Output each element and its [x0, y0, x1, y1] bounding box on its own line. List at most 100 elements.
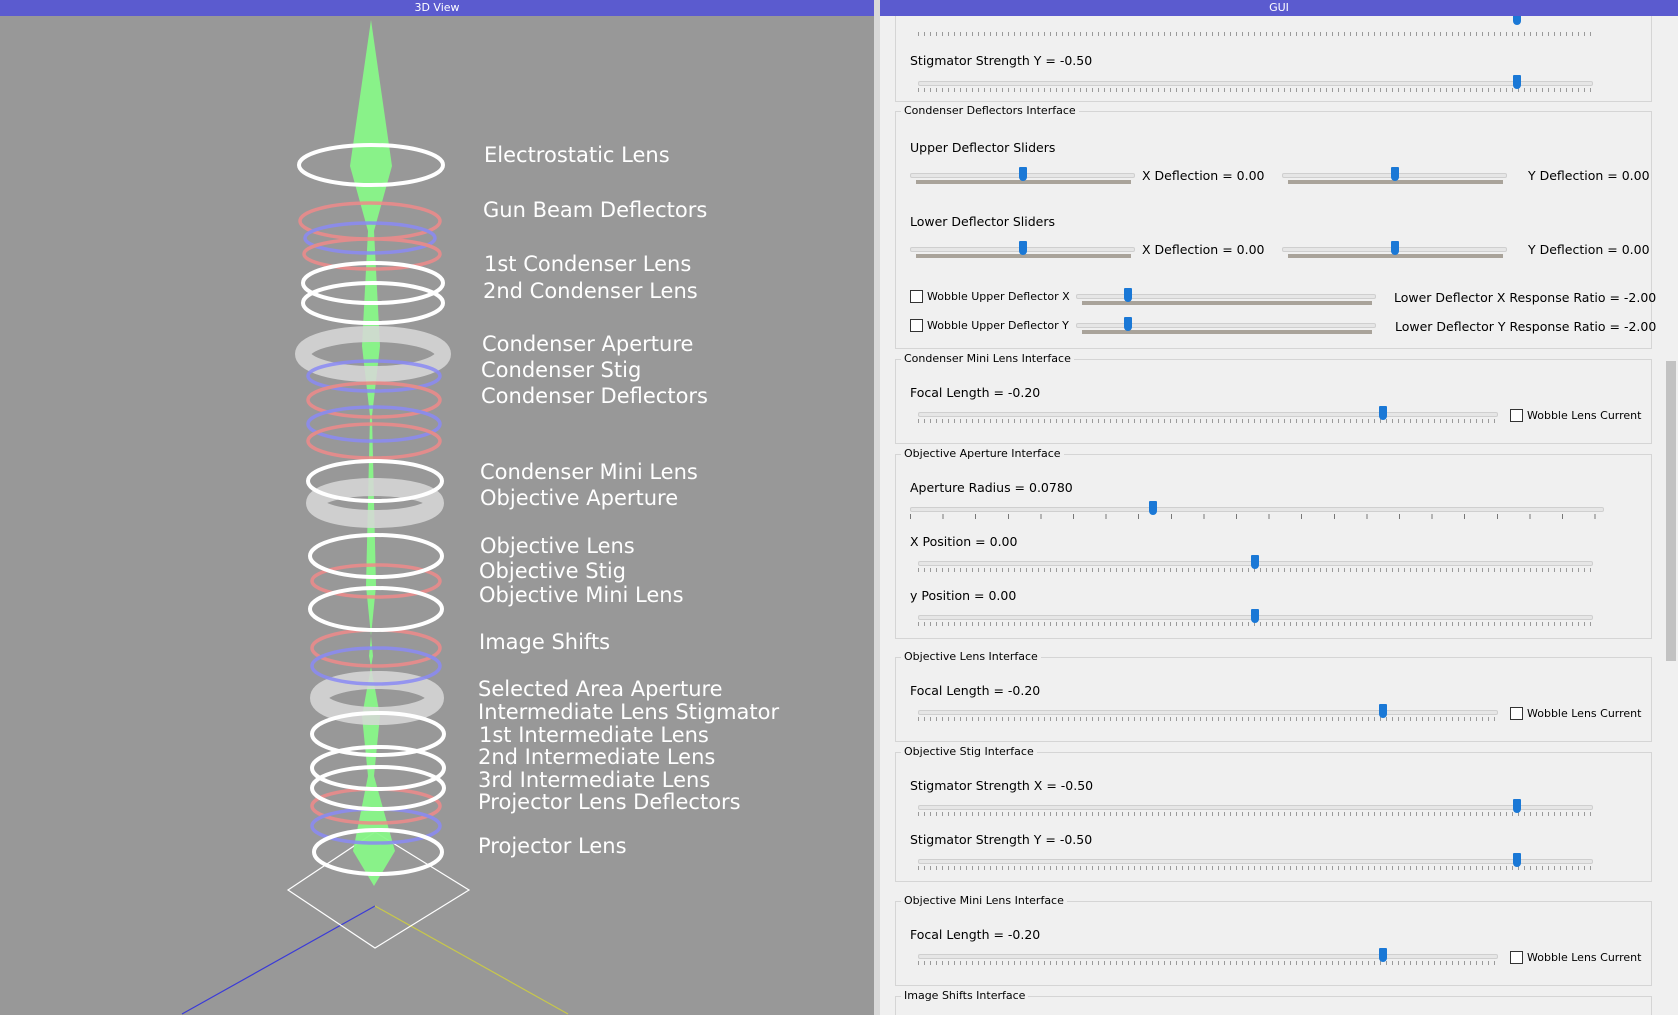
label-image-shifts: Image Shifts	[479, 630, 611, 654]
objective-wobble-label: Wobble Lens Current	[1527, 707, 1642, 720]
label-condenser-mini-lens: Condenser Mini Lens	[480, 460, 698, 484]
label-gun-beam-deflectors: Gun Beam Deflectors	[483, 198, 708, 222]
gui-title: GUI	[1269, 1, 1289, 14]
aperture-x-slider[interactable]	[918, 555, 1593, 573]
objective-stig-x-label: Stigmator Strength X = -0.50	[910, 778, 1094, 793]
label-condenser-aperture: Condenser Aperture	[482, 332, 694, 356]
label-objective-aperture: Objective Aperture	[480, 486, 679, 510]
label-projector-lens-deflectors: Projector Lens Deflectors	[478, 790, 741, 814]
group-image-shifts: Image Shifts Interface	[895, 989, 1652, 1015]
aperture-y-slider[interactable]	[918, 609, 1593, 627]
wobble-x-slider[interactable]	[1076, 288, 1376, 306]
label-2nd-intermediate-lens: 2nd Intermediate Lens	[478, 745, 716, 769]
lower-y-label: Y Deflection = 0.00	[1528, 242, 1650, 257]
lower-x-slider[interactable]	[910, 241, 1135, 259]
group-title: Condenser Mini Lens Interface	[901, 352, 1074, 365]
slider-handle[interactable]	[1513, 853, 1521, 867]
stig-x-partial-slider[interactable]	[918, 16, 1593, 37]
upper-x-label: X Deflection = 0.00	[1142, 168, 1265, 183]
objective-mini-wobble-checkbox[interactable]	[1510, 951, 1523, 964]
group-title: Condenser Deflectors Interface	[901, 104, 1079, 117]
objective-mini-focal-slider[interactable]	[918, 948, 1498, 966]
wobble-upper-x-checkbox[interactable]	[910, 290, 923, 303]
ratio-y-label: Lower Deflector Y Response Ratio = -2.00	[1395, 319, 1657, 334]
aperture-y-label: y Position = 0.00	[910, 588, 1017, 603]
label-intermediate-lens-stigmator: Intermediate Lens Stigmator	[478, 700, 780, 724]
objective-stig-x-slider[interactable]	[918, 799, 1593, 817]
label-projector-lens: Projector Lens	[478, 834, 627, 858]
group-title: Image Shifts Interface	[901, 989, 1029, 1002]
label-objective-lens: Objective Lens	[480, 534, 635, 558]
group-objective-mini-lens: Objective Mini Lens Interface Focal Leng…	[895, 894, 1652, 986]
slider-handle[interactable]	[1019, 167, 1027, 181]
slider-handle[interactable]	[1391, 167, 1399, 181]
label-2nd-condenser-lens: 2nd Condenser Lens	[483, 279, 698, 303]
upper-y-label: Y Deflection = 0.00	[1528, 168, 1650, 183]
slider-handle[interactable]	[1391, 241, 1399, 255]
group-objective-lens: Objective Lens Interface Focal Length = …	[895, 650, 1652, 742]
group-title: Objective Lens Interface	[901, 650, 1041, 663]
lower-x-label: X Deflection = 0.00	[1142, 242, 1265, 257]
slider-handle[interactable]	[1513, 75, 1521, 89]
upper-y-slider[interactable]	[1282, 167, 1507, 185]
gui-panel: Stigmator Strength Y = -0.50 Condenser D…	[880, 16, 1678, 1015]
group-title: Objective Stig Interface	[901, 745, 1037, 758]
view3d-canvas[interactable]: Electrostatic Lens Gun Beam Deflectors 1…	[0, 16, 874, 1015]
label-condenser-deflectors: Condenser Deflectors	[481, 384, 708, 408]
slider-handle[interactable]	[1149, 501, 1157, 515]
view3d-title: 3D View	[414, 1, 460, 14]
microscope-column-drawing	[181, 20, 569, 1015]
slider-handle[interactable]	[1513, 16, 1521, 25]
group-condenser-mini-lens: Condenser Mini Lens Interface Focal Leng…	[895, 352, 1652, 444]
slider-handle[interactable]	[1379, 406, 1387, 420]
wobble-y-slider[interactable]	[1076, 317, 1376, 335]
aperture-radius-label: Aperture Radius = 0.0780	[910, 480, 1073, 495]
objective-stig-y-slider[interactable]	[918, 853, 1593, 871]
group-top-partial: Stigmator Strength Y = -0.50	[895, 16, 1652, 102]
slider-handle[interactable]	[1019, 241, 1027, 255]
scrollbar-thumb[interactable]	[1666, 361, 1676, 661]
condenser-mini-focal-label: Focal Length = -0.20	[910, 385, 1041, 400]
aperture-radius-slider[interactable]	[910, 501, 1604, 519]
gui-scrollbar[interactable]	[1664, 16, 1678, 1015]
upper-x-slider[interactable]	[910, 167, 1135, 185]
ratio-x-label: Lower Deflector X Response Ratio = -2.00	[1394, 290, 1657, 305]
label-selected-area-aperture: Selected Area Aperture	[478, 677, 723, 701]
label-electrostatic-lens: Electrostatic Lens	[484, 143, 670, 167]
wobble-upper-y-checkbox[interactable]	[910, 319, 923, 332]
group-objective-aperture: Objective Aperture Interface Aperture Ra…	[895, 447, 1652, 639]
label-3rd-intermediate-lens: 3rd Intermediate Lens	[478, 768, 711, 792]
label-objective-stig: Objective Stig	[479, 559, 626, 583]
slider-handle[interactable]	[1513, 799, 1521, 813]
objective-focal-slider[interactable]	[918, 704, 1498, 722]
aperture-x-label: X Position = 0.00	[910, 534, 1018, 549]
stig-y-slider[interactable]	[918, 75, 1593, 93]
objective-mini-wobble-label: Wobble Lens Current	[1527, 951, 1642, 964]
stig-y-label: Stigmator Strength Y = -0.50	[910, 53, 1093, 68]
objective-focal-label: Focal Length = -0.20	[910, 683, 1041, 698]
group-title: Objective Aperture Interface	[901, 447, 1064, 460]
objective-wobble-checkbox[interactable]	[1510, 707, 1523, 720]
condenser-mini-wobble-checkbox[interactable]	[1510, 409, 1523, 422]
slider-handle[interactable]	[1251, 609, 1259, 623]
slider-handle[interactable]	[1124, 317, 1132, 331]
lower-deflector-title: Lower Deflector Sliders	[910, 214, 1055, 229]
condenser-mini-wobble-label: Wobble Lens Current	[1527, 409, 1642, 422]
objective-mini-focal-label: Focal Length = -0.20	[910, 927, 1041, 942]
slider-handle[interactable]	[1379, 704, 1387, 718]
group-title: Objective Mini Lens Interface	[901, 894, 1067, 907]
slider-handle[interactable]	[1251, 555, 1259, 569]
label-1st-intermediate-lens: 1st Intermediate Lens	[479, 723, 709, 747]
lower-y-slider[interactable]	[1282, 241, 1507, 259]
label-condenser-stig: Condenser Stig	[481, 358, 642, 382]
x-axis-line	[181, 905, 376, 1015]
label-objective-mini-lens: Objective Mini Lens	[479, 583, 684, 607]
wobble-upper-y-label: Wobble Upper Deflector Y	[927, 319, 1069, 332]
condenser-mini-focal-slider[interactable]	[918, 406, 1498, 424]
group-objective-stig: Objective Stig Interface Stigmator Stren…	[895, 745, 1652, 882]
slider-handle[interactable]	[1379, 948, 1387, 962]
upper-deflector-title: Upper Deflector Sliders	[910, 140, 1056, 155]
label-1st-condenser-lens: 1st Condenser Lens	[484, 252, 692, 276]
wobble-upper-x-label: Wobble Upper Deflector X	[927, 290, 1070, 303]
slider-handle[interactable]	[1124, 288, 1132, 302]
